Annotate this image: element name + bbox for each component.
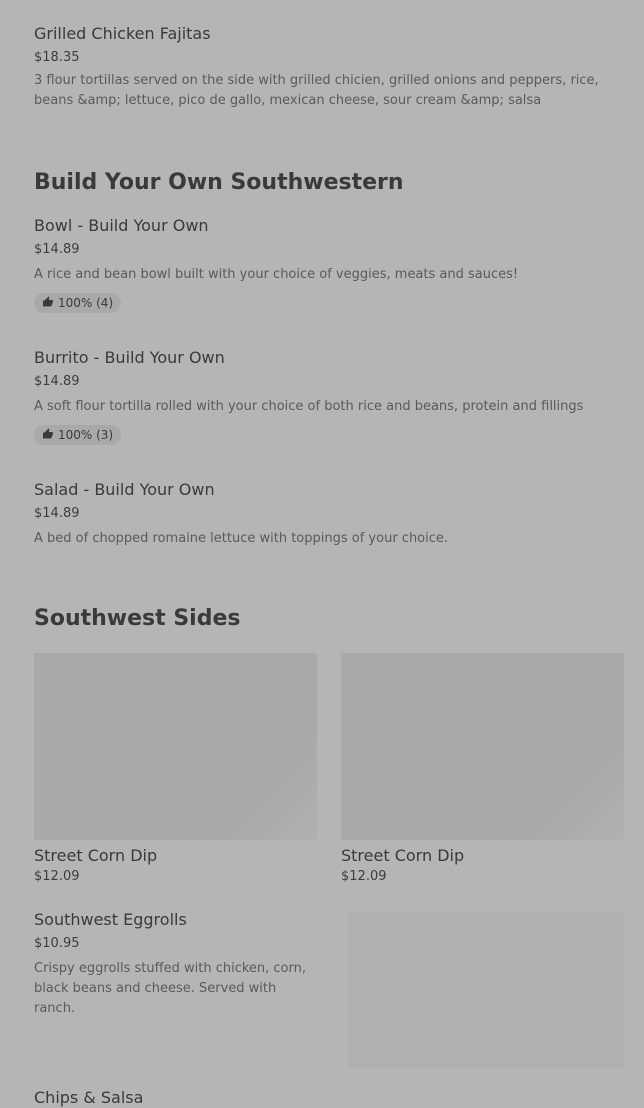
item-description: A rice and bean bowl built with your cho… — [34, 267, 519, 282]
menu-item-fajitas[interactable]: Grilled Chicken Fajitas $18.35 3 flour t… — [34, 24, 614, 111]
rating-badge: 100% (3) — [34, 425, 122, 445]
section-title-build-your-own: Build Your Own Southwestern — [34, 170, 404, 195]
item-name: Burrito - Build Your Own — [34, 348, 225, 367]
item-image — [341, 653, 624, 840]
rating-text: 100% (4) — [58, 296, 114, 310]
item-price: $10.95 — [34, 936, 80, 951]
item-description: Crispy eggrolls stuffed with chicken, co… — [34, 961, 306, 1016]
item-price: $12.09 — [341, 869, 387, 884]
section-title-southwest-sides: Southwest Sides — [34, 606, 241, 631]
menu-item-chips-salsa[interactable]: Chips & Salsa — [34, 1088, 614, 1108]
item-price: $12.09 — [34, 869, 80, 884]
item-name: Salad - Build Your Own — [34, 480, 215, 499]
thumbs-up-icon — [42, 428, 54, 443]
menu-item-salad[interactable]: Salad - Build Your Own $14.89 A bed of c… — [34, 480, 614, 549]
menu-item-eggrolls[interactable]: Southwest Eggrolls $10.95 Crispy eggroll… — [34, 910, 319, 1019]
item-image — [348, 912, 624, 1068]
item-price: $14.89 — [34, 374, 80, 389]
item-price: $14.89 — [34, 506, 80, 521]
rating-text: 100% (3) — [58, 428, 114, 442]
item-name: Street Corn Dip — [341, 846, 465, 865]
item-name: Grilled Chicken Fajitas — [34, 24, 211, 43]
rating-badge: 100% (4) — [34, 293, 122, 313]
item-name: Southwest Eggrolls — [34, 910, 187, 929]
item-image — [34, 653, 317, 840]
item-price: $18.35 — [34, 50, 80, 65]
menu-item-bowl[interactable]: Bowl - Build Your Own $14.89 A rice and … — [34, 216, 614, 313]
item-description: 3 flour tortillas served on the side wit… — [34, 73, 599, 108]
menu-card-street-corn-dip[interactable]: Street Corn Dip $12.09 — [34, 653, 317, 884]
item-description: A soft flour tortilla rolled with your c… — [34, 399, 584, 414]
item-description: A bed of chopped romaine lettuce with to… — [34, 531, 449, 546]
menu-card-street-corn-dip[interactable]: Street Corn Dip $12.09 — [341, 653, 624, 884]
thumbs-up-icon — [42, 296, 54, 311]
menu-item-burrito[interactable]: Burrito - Build Your Own $14.89 A soft f… — [34, 348, 614, 445]
item-name: Street Corn Dip — [34, 846, 158, 865]
item-name: Chips & Salsa — [34, 1088, 144, 1107]
item-price: $14.89 — [34, 242, 80, 257]
item-name: Bowl - Build Your Own — [34, 216, 209, 235]
